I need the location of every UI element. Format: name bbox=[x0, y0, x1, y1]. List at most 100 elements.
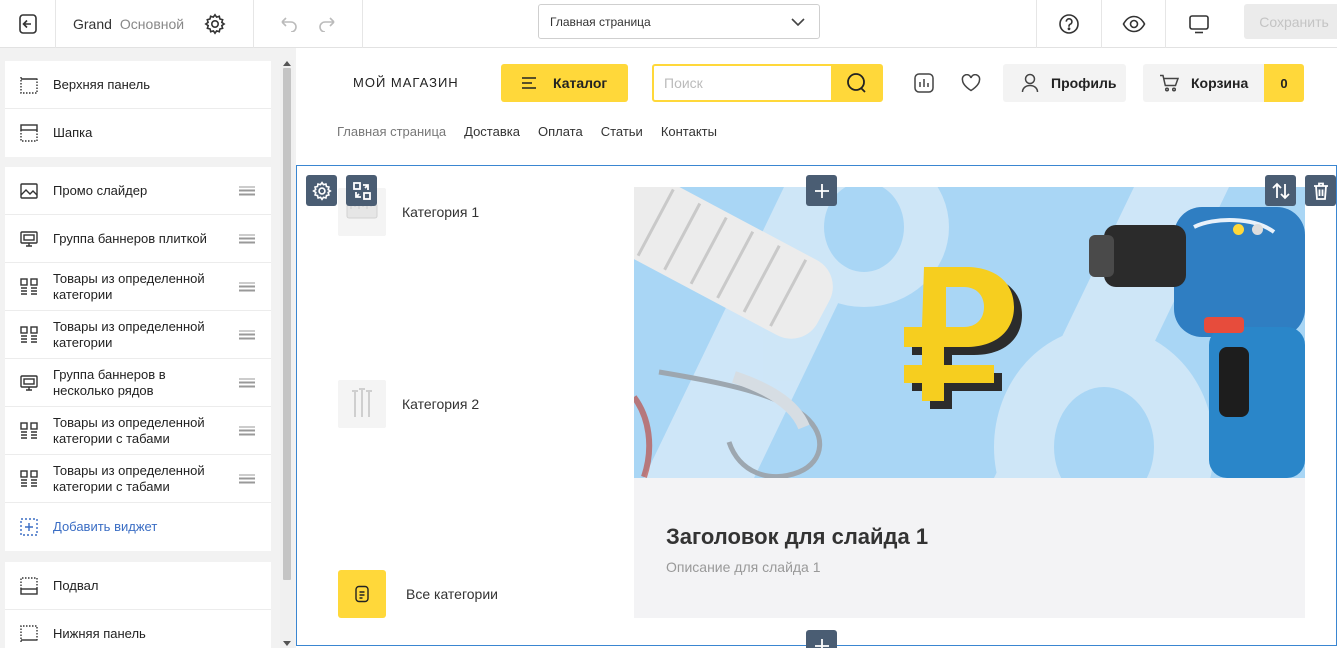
help-icon bbox=[1059, 14, 1079, 34]
desktop-view-button[interactable] bbox=[1166, 0, 1232, 48]
category-item[interactable]: Категория 2 bbox=[338, 380, 479, 428]
promo-slide[interactable]: Заголовок для слайда 1 Описание для слай… bbox=[634, 187, 1305, 618]
cart-label: Корзина bbox=[1191, 75, 1249, 91]
undo-button[interactable] bbox=[277, 16, 299, 32]
sidebar-item-label: Товары из определенной категории bbox=[53, 270, 205, 302]
add-widget-icon bbox=[19, 517, 39, 537]
widget-swap-button[interactable] bbox=[346, 175, 377, 206]
sidebar-item-category-products-tabs[interactable]: Товары из определенной категории с табам… bbox=[5, 455, 271, 503]
slide-description: Описание для слайда 1 bbox=[666, 559, 821, 575]
redo-button[interactable] bbox=[317, 16, 339, 32]
sidebar-item-top-panel[interactable]: Верхняя панель bbox=[5, 61, 271, 109]
drag-handle-icon[interactable] bbox=[239, 426, 255, 435]
preview-button[interactable] bbox=[1102, 0, 1166, 48]
search-input[interactable] bbox=[654, 66, 831, 100]
sidebar-item-label: Промо слайдер bbox=[53, 182, 148, 198]
header-icon bbox=[19, 123, 39, 143]
slider-dot[interactable] bbox=[1252, 224, 1263, 235]
sidebar-item-banner-rows[interactable]: Группа баннеров в несколько рядов bbox=[5, 359, 271, 407]
drag-handle-icon[interactable] bbox=[239, 330, 255, 339]
slide-banner-image bbox=[634, 187, 1305, 478]
nav-link-contacts[interactable]: Контакты bbox=[661, 124, 717, 139]
widget-move-button[interactable] bbox=[1265, 175, 1296, 206]
category-label: Категория 1 bbox=[402, 204, 480, 220]
add-widget-button[interactable]: Добавить виджет bbox=[5, 503, 271, 551]
sidebar-item-footer[interactable]: Подвал bbox=[5, 562, 271, 610]
nav-link-home[interactable]: Главная страница bbox=[337, 124, 446, 139]
profile-label: Профиль bbox=[1051, 75, 1117, 91]
chevron-down-icon bbox=[791, 17, 805, 26]
nav-link-articles[interactable]: Статьи bbox=[601, 124, 643, 139]
drag-handle-icon[interactable] bbox=[239, 378, 255, 387]
sidebar-item-category-products-tabs[interactable]: Товары из определенной категории с табам… bbox=[5, 407, 271, 455]
search-button[interactable] bbox=[831, 66, 881, 100]
slider-pagination bbox=[1233, 224, 1263, 235]
sidebar-item-header[interactable]: Шапка bbox=[5, 109, 271, 157]
category-label: Категория 2 bbox=[402, 396, 480, 412]
all-categories-link[interactable]: Все категории bbox=[338, 570, 498, 618]
drag-handle-icon[interactable] bbox=[239, 186, 255, 195]
add-widget-above-button[interactable] bbox=[806, 175, 837, 206]
plus-icon bbox=[814, 638, 829, 648]
footer-group: Подвал Нижняя панель bbox=[5, 562, 271, 648]
scroll-down-icon[interactable] bbox=[283, 641, 291, 646]
widgets-group: Промо слайдер Группа баннеров плиткой То… bbox=[5, 167, 271, 551]
gear-icon bbox=[204, 13, 226, 35]
eye-icon bbox=[1122, 15, 1145, 33]
page-select[interactable]: Главная страница bbox=[538, 4, 820, 39]
exit-button[interactable] bbox=[0, 0, 56, 48]
profile-button[interactable]: Профиль bbox=[1003, 64, 1126, 102]
editor-toolbar: Grand Основной Главная страница Сохранит… bbox=[0, 0, 1337, 48]
sidebar-item-label: Товары из определенной категории с табам… bbox=[53, 462, 205, 494]
drag-handle-icon[interactable] bbox=[239, 282, 255, 291]
history-controls bbox=[254, 0, 363, 48]
page-preview: МОЙ МАГАЗИН Каталог Профиль Корзина 0 Гл… bbox=[296, 48, 1337, 648]
theme-name: Grand bbox=[73, 16, 112, 32]
sidebar-item-category-products[interactable]: Товары из определенной категории bbox=[5, 311, 271, 359]
monitor-icon bbox=[19, 373, 39, 393]
theme-selector[interactable]: Grand Основной bbox=[56, 0, 254, 48]
scroll-thumb[interactable] bbox=[283, 68, 291, 580]
help-button[interactable] bbox=[1036, 0, 1102, 48]
screws-image-icon bbox=[352, 388, 372, 417]
plus-icon bbox=[814, 183, 829, 198]
sidebar-item-label: Группа баннеров в несколько рядов bbox=[53, 366, 166, 398]
sidebar-item-bottom-panel[interactable]: Нижняя панель bbox=[5, 610, 271, 648]
widget-settings-button[interactable] bbox=[306, 175, 337, 206]
document-icon bbox=[338, 570, 386, 618]
slider-dot-active[interactable] bbox=[1233, 224, 1244, 235]
redo-icon bbox=[319, 17, 335, 32]
sidebar-scrollbar[interactable] bbox=[280, 60, 294, 648]
grid-icon bbox=[19, 325, 39, 345]
menu-icon bbox=[522, 77, 536, 89]
add-widget-below-button[interactable] bbox=[806, 630, 837, 648]
save-button[interactable]: Сохранить bbox=[1244, 4, 1337, 39]
cart-button[interactable]: Корзина bbox=[1143, 64, 1264, 102]
sidebar-item-banner-tiles[interactable]: Группа баннеров плиткой bbox=[5, 215, 271, 263]
sidebar-item-category-products[interactable]: Товары из определенной категории bbox=[5, 263, 271, 311]
widget-sidebar: Верхняя панель Шапка Промо слайдер Групп… bbox=[0, 48, 296, 648]
store-nav: Главная страница Доставка Оплата Статьи … bbox=[337, 124, 717, 139]
widget-delete-button[interactable] bbox=[1305, 175, 1336, 206]
promo-slider-section[interactable]: Категория 1 Категория 2 Все категории За… bbox=[296, 165, 1337, 648]
store-logo[interactable]: МОЙ МАГАЗИН bbox=[353, 75, 459, 90]
catalog-button[interactable]: Каталог bbox=[501, 64, 628, 102]
sidebar-item-promo-slider[interactable]: Промо слайдер bbox=[5, 167, 271, 215]
search-icon bbox=[847, 73, 866, 93]
monitor-icon bbox=[19, 229, 39, 249]
nav-link-payment[interactable]: Оплата bbox=[538, 124, 583, 139]
drag-handle-icon[interactable] bbox=[239, 474, 255, 483]
theme-settings-button[interactable] bbox=[204, 13, 226, 35]
slide-title: Заголовок для слайда 1 bbox=[666, 524, 929, 549]
page-select-value: Главная страница bbox=[550, 14, 651, 29]
nav-link-delivery[interactable]: Доставка bbox=[464, 124, 520, 139]
trash-icon bbox=[1313, 182, 1328, 200]
compare-button[interactable] bbox=[913, 72, 935, 94]
all-categories-label: Все категории bbox=[406, 586, 498, 602]
scroll-up-icon[interactable] bbox=[283, 61, 291, 66]
drag-handle-icon[interactable] bbox=[239, 234, 255, 243]
bottom-panel-icon bbox=[19, 624, 39, 644]
top-panel-icon bbox=[19, 75, 39, 95]
footer-icon bbox=[19, 576, 39, 596]
favorites-button[interactable] bbox=[961, 74, 981, 92]
